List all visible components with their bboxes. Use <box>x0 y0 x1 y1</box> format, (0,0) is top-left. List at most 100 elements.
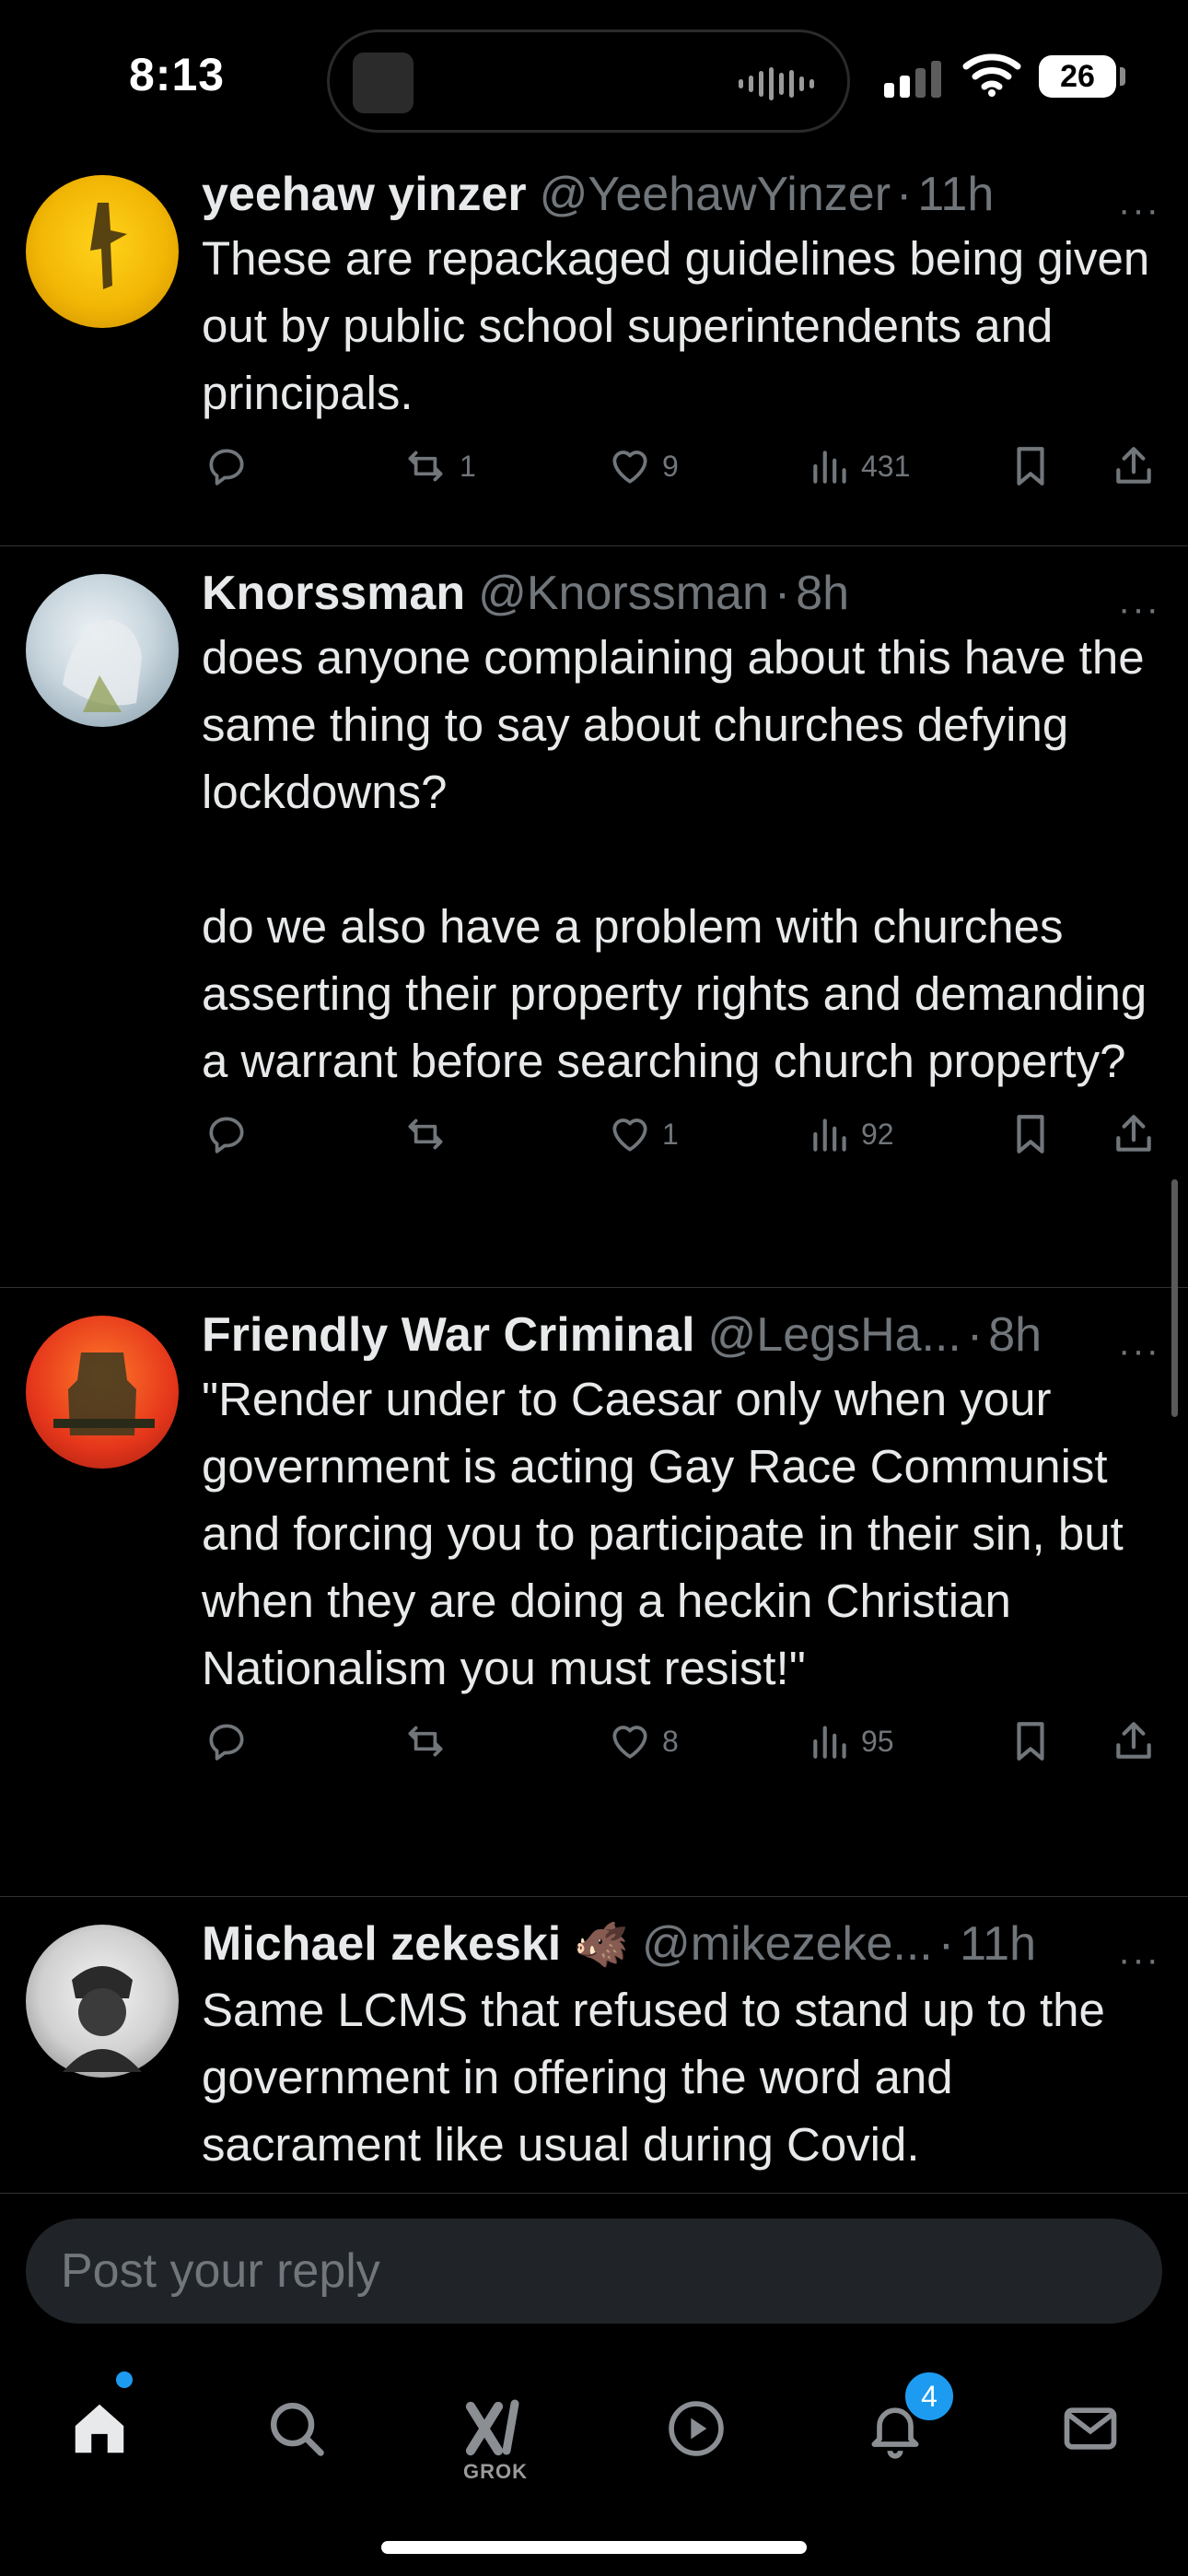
tweet-text: "Render under to Caesar only when your g… <box>202 1373 1136 1694</box>
repost-button[interactable]: 1 <box>401 443 476 489</box>
reply-tweet[interactable]: ··· yeehaw yinzer @YeehawYinzer · 11h Th… <box>0 147 1188 546</box>
reply-button[interactable] <box>204 443 250 489</box>
notifications-badge: 4 <box>903 2370 956 2423</box>
avatar[interactable] <box>26 574 179 727</box>
reply-feed[interactable]: ··· yeehaw yinzer @YeehawYinzer · 11h Th… <box>0 147 1188 2193</box>
author-name[interactable]: yeehaw yinzer <box>202 164 527 225</box>
reply-input[interactable] <box>26 2219 1162 2324</box>
separator-dot: · <box>896 168 913 221</box>
separator-dot: · <box>966 1308 984 1362</box>
reply-tweet[interactable]: ··· Michael zekeski 🐗 @mikezeke... · 11h… <box>0 1897 1188 2193</box>
view-count: 95 <box>861 1724 894 1758</box>
tweet-actions: 1 9 431 <box>202 427 1157 528</box>
share-icon <box>1112 1111 1156 1157</box>
author-name[interactable]: Friendly War Criminal <box>202 1305 695 1365</box>
tab-search[interactable] <box>250 2384 343 2476</box>
audio-waveform-icon <box>739 67 814 100</box>
bookmark-button[interactable] <box>1010 1718 1051 1764</box>
more-options-icon[interactable]: ··· <box>1118 1330 1160 1372</box>
author-handle[interactable]: @YeehawYinzer <box>540 164 891 225</box>
avatar[interactable] <box>26 175 179 328</box>
tab-grok[interactable]: GROK <box>449 2384 542 2483</box>
scrollbar[interactable] <box>1171 1179 1178 1417</box>
analytics-icon <box>809 1111 852 1157</box>
share-icon <box>1112 1718 1156 1764</box>
home-icon <box>67 2396 132 2465</box>
like-button[interactable]: 9 <box>607 443 679 489</box>
analytics-icon <box>809 1718 852 1764</box>
view-count: 431 <box>861 449 911 483</box>
home-indicator[interactable] <box>381 2541 807 2554</box>
view-count: 92 <box>861 1117 894 1151</box>
author-handle[interactable]: @mikezeke... <box>642 1914 933 1974</box>
boar-emoji: 🐗 <box>574 1921 629 1970</box>
wifi-icon <box>962 52 1021 102</box>
avatar[interactable] <box>26 1316 179 1469</box>
battery-cap <box>1120 67 1125 86</box>
repost-icon <box>401 1718 450 1764</box>
bookmark-button[interactable] <box>1010 443 1051 489</box>
repost-icon <box>401 1111 450 1157</box>
tweet-text: These are repackaged guidelines being gi… <box>202 232 1163 419</box>
like-count: 8 <box>662 1724 679 1758</box>
tab-video[interactable] <box>650 2384 742 2476</box>
bookmark-icon <box>1010 1718 1051 1764</box>
bookmark-icon <box>1010 1111 1051 1157</box>
reply-tweet[interactable]: ··· Knorssman @Knorssman · 8h does anyon… <box>0 546 1188 1288</box>
home-unread-dot <box>116 2371 133 2388</box>
share-button[interactable] <box>1112 1718 1156 1764</box>
repost-button[interactable] <box>401 1111 460 1157</box>
separator-dot: · <box>938 1917 955 1971</box>
avatar[interactable] <box>26 1925 179 2078</box>
like-button[interactable]: 8 <box>607 1718 679 1764</box>
reply-composer <box>0 2193 1188 2341</box>
views-button[interactable]: 431 <box>809 443 910 489</box>
now-playing-artwork <box>353 53 413 113</box>
envelope-icon <box>1059 2397 1122 2465</box>
post-age[interactable]: 8h <box>796 563 849 624</box>
like-button[interactable]: 1 <box>607 1111 679 1157</box>
like-count: 9 <box>662 449 679 483</box>
more-options-icon[interactable]: ··· <box>1118 190 1160 231</box>
bookmark-button[interactable] <box>1010 1111 1051 1157</box>
grok-icon <box>462 2395 529 2466</box>
reply-button[interactable] <box>204 1718 250 1764</box>
views-button[interactable]: 92 <box>809 1111 894 1157</box>
cellular-signal-icon <box>884 57 941 98</box>
author-name[interactable]: Knorssman <box>202 563 465 624</box>
author-handle[interactable]: @LegsHa... <box>708 1305 961 1365</box>
dynamic-island[interactable] <box>327 29 850 133</box>
tweet-text: does anyone complaining about this have … <box>202 631 1147 1087</box>
views-button[interactable]: 95 <box>809 1718 894 1764</box>
repost-button[interactable] <box>401 1718 460 1764</box>
tab-messages[interactable] <box>1044 2384 1136 2476</box>
share-button[interactable] <box>1112 1111 1156 1157</box>
bookmark-icon <box>1010 443 1051 489</box>
post-age[interactable]: 11h <box>960 1914 1036 1974</box>
separator-dot: · <box>774 567 791 620</box>
status-bar: 8:13 26 <box>0 0 1188 147</box>
analytics-icon <box>809 443 852 489</box>
repost-icon <box>401 443 450 489</box>
search-icon <box>264 2396 329 2465</box>
heart-icon <box>607 1718 653 1764</box>
reply-icon <box>204 443 250 489</box>
more-options-icon[interactable]: ··· <box>1118 589 1160 630</box>
tab-home[interactable] <box>53 2384 146 2476</box>
heart-icon <box>607 443 653 489</box>
play-circle-icon <box>665 2397 728 2465</box>
battery-icon: 26 <box>1039 55 1116 98</box>
reply-icon <box>204 1111 250 1157</box>
share-button[interactable] <box>1112 443 1156 489</box>
reply-button[interactable] <box>204 1111 250 1157</box>
post-age[interactable]: 8h <box>988 1305 1042 1365</box>
author-name[interactable]: Michael zekeski <box>202 1914 561 1974</box>
tweet-actions: 1 92 <box>202 1095 1157 1196</box>
reply-tweet[interactable]: ··· Friendly War Criminal @LegsHa... · 8… <box>0 1288 1188 1897</box>
tweet-text: Same LCMS that refused to stand up to th… <box>202 1984 1119 2171</box>
post-age[interactable]: 11h <box>917 164 994 225</box>
reply-icon <box>204 1718 250 1764</box>
author-handle[interactable]: @Knorssman <box>478 563 769 624</box>
more-options-icon[interactable]: ··· <box>1118 1939 1160 1981</box>
status-time: 8:13 <box>129 49 226 100</box>
